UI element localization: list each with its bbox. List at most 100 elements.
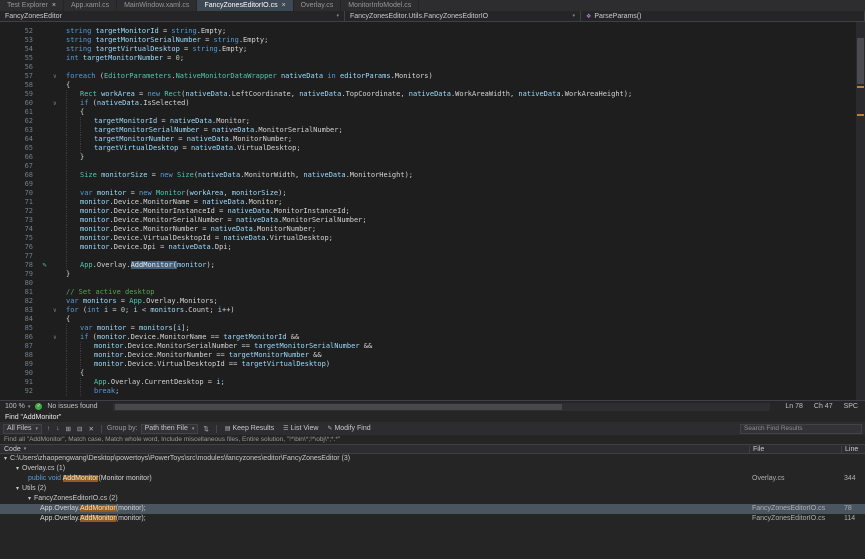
clear-results-icon[interactable]: ✕ bbox=[86, 425, 95, 433]
glyph-margin bbox=[36, 369, 53, 378]
find-result-match-row[interactable]: public void AddMonitor(Monitor monitor)O… bbox=[0, 474, 865, 484]
code-line[interactable]: 81// Set active desktop bbox=[0, 288, 865, 297]
code-line[interactable]: 90{ bbox=[0, 369, 865, 378]
fold-chevron-icon[interactable]: ∨ bbox=[53, 333, 66, 342]
result-file: FancyZonesEditorIO.cs bbox=[749, 504, 841, 514]
glyph-margin bbox=[36, 162, 53, 171]
code-line[interactable]: 71monitor.Device.MonitorName = nativeDat… bbox=[0, 198, 865, 207]
list-view-toggle[interactable]: ☰ List View bbox=[280, 425, 321, 432]
code-line[interactable]: 62targetMonitorId = nativeData.Monitor; bbox=[0, 117, 865, 126]
no-issues-check-icon[interactable]: ✓ bbox=[35, 403, 42, 410]
find-result-match-row[interactable]: App.Overlay.AddMonitor(monitor);FancyZon… bbox=[0, 514, 865, 524]
code-line[interactable]: 68Size monitorSize = new Size(nativeData… bbox=[0, 171, 865, 180]
code-line[interactable]: 91App.Overlay.CurrentDesktop = i; bbox=[0, 378, 865, 387]
code-line[interactable]: 52string targetMonitorId = string.Empty; bbox=[0, 27, 865, 36]
code-line[interactable]: 63targetMonitorSerialNumber = nativeData… bbox=[0, 126, 865, 135]
breadcrumb-member-dropdown[interactable]: ❖ ParseParams() bbox=[581, 11, 865, 21]
find-result-group-row[interactable]: ▾C:\Users\zhaopengwang\Desktop\powertoys… bbox=[0, 454, 865, 464]
code-line[interactable]: 56 bbox=[0, 63, 865, 72]
code-line[interactable]: 84{ bbox=[0, 315, 865, 324]
expander-icon[interactable]: ▾ bbox=[4, 456, 7, 462]
scrollbar-thumb[interactable] bbox=[857, 38, 864, 84]
code-line[interactable]: 79} bbox=[0, 270, 865, 279]
editor-vertical-scrollbar[interactable] bbox=[856, 22, 865, 400]
expander-icon[interactable]: ▾ bbox=[28, 496, 31, 502]
scrollbar-thumb[interactable] bbox=[115, 404, 562, 410]
tab-close-icon[interactable]: × bbox=[282, 2, 286, 9]
code-line[interactable]: 57∨foreach (EditorParameters.NativeMonit… bbox=[0, 72, 865, 81]
code-line[interactable]: 88monitor.Device.MonitorNumber == target… bbox=[0, 351, 865, 360]
tab-mainwindow-xaml-cs[interactable]: MainWindow.xaml.cs bbox=[117, 0, 197, 11]
code-line[interactable]: 64targetMonitorNumber = nativeData.Monit… bbox=[0, 135, 865, 144]
collapse-all-icon[interactable]: ⊟ bbox=[75, 425, 84, 433]
tab-close-icon[interactable]: × bbox=[52, 2, 56, 9]
expander-icon[interactable]: ▾ bbox=[16, 486, 19, 492]
column-header-file[interactable]: File bbox=[749, 446, 841, 453]
tab-test-explorer[interactable]: Test Explorer × bbox=[0, 0, 64, 11]
code-editor[interactable]: 52string targetMonitorId = string.Empty;… bbox=[0, 22, 865, 400]
code-line[interactable]: 85var monitor = monitors[i]; bbox=[0, 324, 865, 333]
scope-dropdown[interactable]: All Files ▾ bbox=[3, 424, 42, 434]
line-number: 71 bbox=[0, 198, 36, 207]
tab-fancyzoneseditorio-cs[interactable]: FancyZonesEditorIO.cs× bbox=[197, 0, 293, 11]
code-line[interactable]: 59Rect workArea = new Rect(nativeData.Le… bbox=[0, 90, 865, 99]
find-result-group-row[interactable]: ▾FancyZonesEditorIO.cs (2) bbox=[0, 494, 865, 504]
code-line[interactable]: 55int targetMonitorNumber = 0; bbox=[0, 54, 865, 63]
tab-app-xaml-cs[interactable]: App.xaml.cs bbox=[64, 0, 117, 11]
zoom-control[interactable]: 100 % ▾ bbox=[5, 403, 30, 410]
find-results-panel: Find "AddMonitor" All Files ▾ ↑↓⊞⊟✕ Grou… bbox=[0, 412, 865, 559]
code-line[interactable]: 78✎App.Overlay.AddMonitor(monitor); bbox=[0, 261, 865, 270]
keep-results-toggle[interactable]: ▤ Keep Results bbox=[222, 425, 277, 432]
code-line[interactable]: 75monitor.Device.VirtualDesktopId = nati… bbox=[0, 234, 865, 243]
code-line[interactable]: 58{ bbox=[0, 81, 865, 90]
group-label: Utils (2) bbox=[22, 485, 46, 492]
column-header-line[interactable]: Line bbox=[841, 446, 865, 453]
code-line[interactable]: 69 bbox=[0, 180, 865, 189]
indent-guide bbox=[66, 198, 80, 207]
code-line[interactable]: 73monitor.Device.MonitorSerialNumber = n… bbox=[0, 216, 865, 225]
code-line[interactable]: 67 bbox=[0, 162, 865, 171]
code-text bbox=[66, 162, 865, 171]
code-line[interactable]: 61{ bbox=[0, 108, 865, 117]
code-line[interactable]: 92break; bbox=[0, 387, 865, 396]
glyph-margin bbox=[36, 378, 53, 387]
tab-label: Test Explorer bbox=[7, 2, 48, 9]
indent-mode-indicator[interactable]: SPC bbox=[844, 403, 858, 410]
fold-chevron-icon[interactable]: ∨ bbox=[53, 306, 66, 315]
code-line[interactable]: 86∨if (monitor.Device.MonitorName == tar… bbox=[0, 333, 865, 342]
find-result-match-row[interactable]: App.Overlay.AddMonitor(monitor);FancyZon… bbox=[0, 504, 865, 514]
code-line[interactable]: 60∨if (nativeData.IsSelected) bbox=[0, 99, 865, 108]
fold-chevron-icon[interactable]: ∨ bbox=[53, 99, 66, 108]
code-line[interactable]: 83∨for (int i = 0; i < monitors.Count; i… bbox=[0, 306, 865, 315]
code-line[interactable]: 76monitor.Device.Dpi = nativeData.Dpi; bbox=[0, 243, 865, 252]
code-line[interactable]: 77 bbox=[0, 252, 865, 261]
next-result-icon[interactable]: ↓ bbox=[54, 425, 61, 433]
code-line[interactable]: 89monitor.Device.VirtualDesktopId == tar… bbox=[0, 360, 865, 369]
breadcrumb-project-dropdown[interactable]: FancyZonesEditor ▾ bbox=[0, 11, 345, 21]
editor-horizontal-scrollbar[interactable] bbox=[113, 403, 771, 411]
code-line[interactable]: 72monitor.Device.MonitorInstanceId = nat… bbox=[0, 207, 865, 216]
code-line[interactable]: 66} bbox=[0, 153, 865, 162]
column-header-code[interactable]: Code ▾ bbox=[0, 446, 749, 453]
group-by-dropdown[interactable]: Path then File ▾ bbox=[141, 424, 199, 434]
code-line[interactable]: 53string targetMonitorSerialNumber = str… bbox=[0, 36, 865, 45]
sort-order-icon[interactable]: ⇅ bbox=[201, 425, 210, 433]
find-result-group-row[interactable]: ▾Utils (2) bbox=[0, 484, 865, 494]
search-find-results-input[interactable] bbox=[740, 424, 862, 434]
code-line[interactable]: 87monitor.Device.MonitorSerialNumber == … bbox=[0, 342, 865, 351]
modify-find-button[interactable]: ✎ Modify Find bbox=[324, 425, 373, 432]
find-result-group-row[interactable]: ▾Overlay.cs (1) bbox=[0, 464, 865, 474]
expander-icon[interactable]: ▾ bbox=[16, 466, 19, 472]
breadcrumb-type-dropdown[interactable]: FancyZonesEditor.Utils.FancyZonesEditorI… bbox=[345, 11, 581, 21]
code-line[interactable]: 70var monitor = new Monitor(workArea, mo… bbox=[0, 189, 865, 198]
code-line[interactable]: 80 bbox=[0, 279, 865, 288]
previous-result-icon[interactable]: ↑ bbox=[45, 425, 52, 433]
code-line[interactable]: 74monitor.Device.MonitorNumber = nativeD… bbox=[0, 225, 865, 234]
tab-monitorinfomodel-cs[interactable]: MonitorInfoModel.cs bbox=[341, 0, 419, 11]
code-line[interactable]: 54string targetVirtualDesktop = string.E… bbox=[0, 45, 865, 54]
code-line[interactable]: 65targetVirtualDesktop = nativeData.Virt… bbox=[0, 144, 865, 153]
code-line[interactable]: 82var monitors = App.Overlay.Monitors; bbox=[0, 297, 865, 306]
fold-chevron-icon[interactable]: ∨ bbox=[53, 72, 66, 81]
tab-overlay-cs[interactable]: Overlay.cs bbox=[294, 0, 342, 11]
expand-all-icon[interactable]: ⊞ bbox=[64, 425, 73, 433]
